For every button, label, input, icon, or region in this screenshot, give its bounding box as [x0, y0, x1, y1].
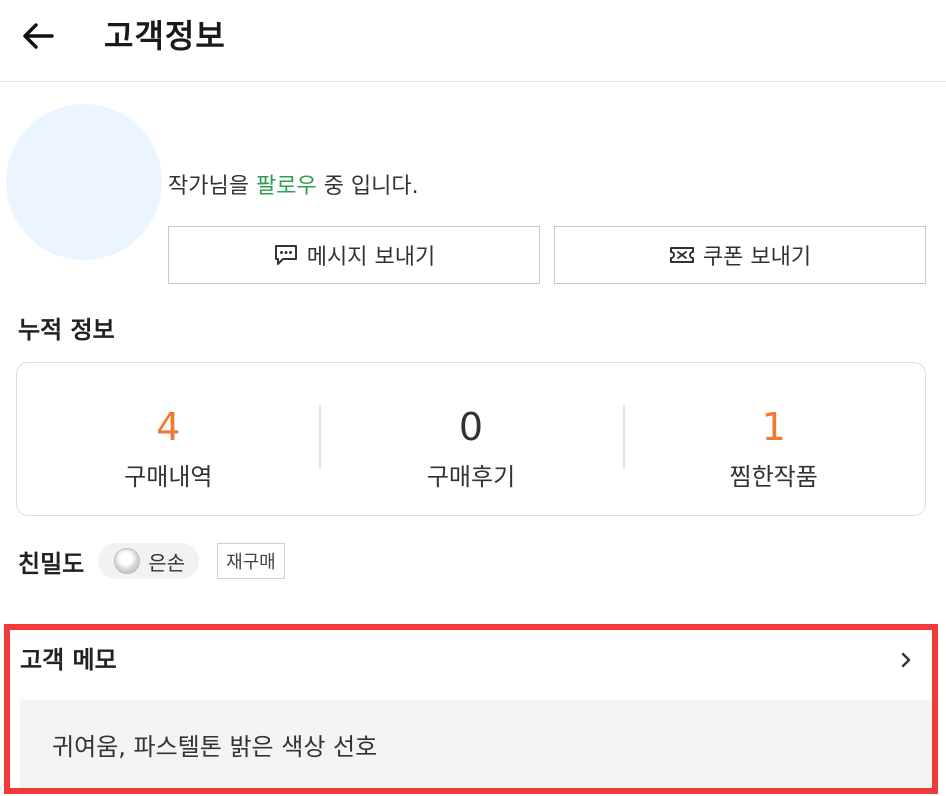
- stats-section-title: 누적 정보: [18, 316, 115, 344]
- chevron-right-icon[interactable]: [896, 648, 916, 672]
- send-coupon-button[interactable]: 쿠폰 보내기: [554, 226, 926, 284]
- follow-highlight: 팔로우: [255, 174, 317, 199]
- stats-divider: [319, 405, 321, 469]
- stat-reviews[interactable]: 0 구매후기: [320, 363, 623, 515]
- rebuy-tag: 재구매: [217, 543, 285, 579]
- stat-favorites-label: 찜한작품: [729, 463, 818, 491]
- header: 고객정보: [0, 0, 946, 82]
- back-button[interactable]: [18, 18, 58, 58]
- send-coupon-label: 쿠폰 보내기: [702, 245, 812, 270]
- stat-purchases-label: 구매내역: [124, 463, 213, 491]
- chat-bubble-icon: [273, 244, 299, 266]
- coupon-icon: [669, 244, 695, 266]
- memo-content: 귀여움, 파스텔톤 밝은 색상 선호: [20, 700, 932, 788]
- customer-memo-section[interactable]: 고객 메모 귀여움, 파스텔톤 밝은 색상 선호: [4, 624, 938, 794]
- send-message-label: 메시지 보내기: [306, 245, 436, 270]
- follow-text-after: 중 입니다.: [316, 174, 419, 199]
- stat-favorites-value: 1: [761, 405, 786, 449]
- send-message-button[interactable]: 메시지 보내기: [168, 226, 540, 284]
- stat-purchases-value: 4: [156, 405, 181, 449]
- stat-favorites[interactable]: 1 찜한작품: [622, 363, 925, 515]
- stat-reviews-label: 구매후기: [426, 463, 516, 491]
- stat-reviews-value: 0: [458, 405, 484, 449]
- follow-status-text: 작가님을 팔로우 중 입니다.: [168, 172, 419, 202]
- avatar: [6, 104, 162, 260]
- page-title: 고객정보: [104, 17, 226, 55]
- memo-title: 고객 메모: [20, 646, 117, 674]
- intimacy-grade-badge: 은손: [98, 543, 200, 579]
- silver-hand-icon: [114, 548, 141, 574]
- stats-card: 4 구매내역 0 구매후기 1 찜한작품: [16, 362, 926, 516]
- intimacy-label: 친밀도: [18, 549, 85, 578]
- intimacy-row: 친밀도 은손 재구매: [18, 542, 285, 580]
- follow-text-before: 작가님을: [168, 174, 256, 199]
- arrow-left-icon: [22, 22, 54, 54]
- intimacy-grade-label: 은손: [148, 550, 186, 575]
- stat-purchases[interactable]: 4 구매내역: [17, 363, 320, 515]
- stats-divider: [623, 405, 625, 469]
